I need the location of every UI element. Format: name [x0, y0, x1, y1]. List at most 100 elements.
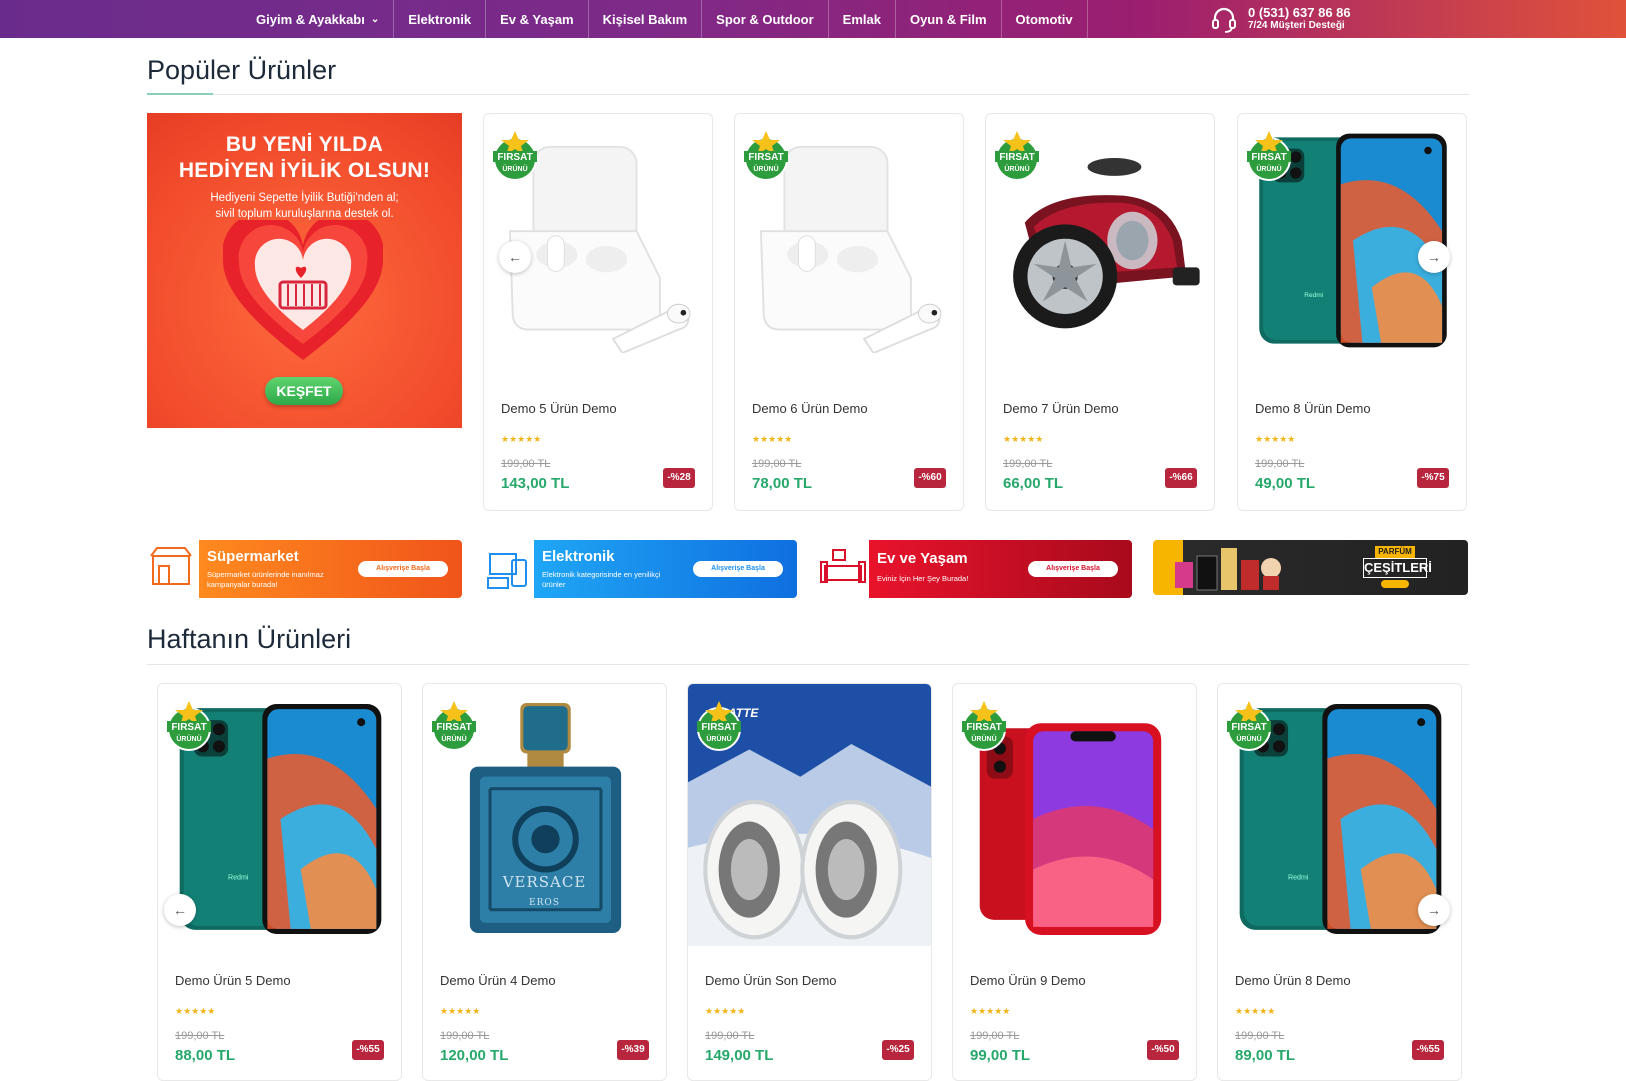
badge-line2: ÜRÜNÜ	[1236, 734, 1261, 743]
deal-badge-icon: FIRSATÜRÜNÜ	[432, 701, 476, 751]
badge-line2: ÜRÜNÜ	[176, 734, 201, 743]
category-menu: Giyim & Ayakkabı ⌄ Elektronik Ev & Yaşam …	[242, 0, 1088, 38]
old-price: 199,00 TL	[1255, 458, 1305, 470]
deal-badge-icon: FIRSATÜRÜNÜ	[167, 701, 211, 751]
badge-line1: FIRSAT	[999, 152, 1034, 163]
badge-line1: FIRSAT	[966, 722, 1001, 733]
current-price: 149,00 TL	[705, 1047, 774, 1064]
rating-stars-icon: ★★★★★	[970, 1006, 1011, 1016]
product-name[interactable]: Demo 8 Ürün Demo	[1255, 401, 1371, 416]
discover-button[interactable]: KEŞFET	[265, 377, 343, 405]
product-card[interactable]: FIRSAT ÜRÜNÜ Demo 6 Ürün Demo ★★★★★ 199,00 T…	[734, 113, 964, 511]
rating-stars-icon: ★★★★★	[175, 1006, 216, 1016]
badge-line1: FIRSAT	[1251, 152, 1286, 163]
top-navigation-bar: Giyim & Ayakkabı ⌄ Elektronik Ev & Yaşam …	[0, 0, 1626, 38]
discount-badge: -%55	[1412, 1040, 1444, 1060]
discount-badge: -%66	[1165, 468, 1197, 488]
product-card[interactable]: ATTE FIRSAT ÜRÜNÜ Demo Ürün Son Demo ★★★★★ 19…	[687, 683, 932, 1081]
carousel-next-arrow-icon[interactable]: →	[1418, 241, 1450, 273]
nav-item-label: Otomotiv	[1015, 11, 1073, 27]
product-name[interactable]: Demo Ürün Son Demo	[705, 973, 837, 988]
shop-now-button[interactable]: Alışverişe Başla	[693, 561, 783, 577]
badge-line1: FIRSAT	[701, 722, 736, 733]
current-price: 49,00 TL	[1255, 475, 1316, 492]
current-price: 89,00 TL	[1235, 1047, 1296, 1064]
rating-stars-icon: ★★★★★	[1003, 434, 1044, 444]
nav-item-elektronik[interactable]: Elektronik	[394, 0, 487, 38]
deal-badge-icon: FIRSATÜRÜNÜ	[1247, 131, 1291, 181]
headset-icon	[1212, 7, 1236, 33]
current-price: 99,00 TL	[970, 1047, 1031, 1064]
old-price: 199,00 TL	[1003, 458, 1053, 470]
product-card[interactable]: FIRSAT ÜRÜNÜ Demo 7 Ürün Demo ★★★★★ 199,00 T…	[985, 113, 1215, 511]
product-name[interactable]: Demo Ürün 5 Demo	[175, 973, 291, 988]
product-name[interactable]: Demo 6 Ürün Demo	[752, 401, 868, 416]
product-name[interactable]: Demo Ürün 9 Demo	[970, 973, 1086, 988]
shop-now-button[interactable]: Alışverişe Başla	[1028, 561, 1118, 577]
product-name[interactable]: Demo Ürün 8 Demo	[1235, 973, 1351, 988]
badge-line1: FIRSAT	[497, 152, 532, 163]
banner-subtitle: Eviniz İçin Her Şey Burada!	[877, 574, 969, 583]
promo-headline-2: HEDİYEN İYİLİK OLSUN!	[178, 159, 431, 182]
heart-basket-icon	[223, 220, 383, 360]
nav-item-label: Giyim & Ayakkabı	[256, 11, 365, 27]
product-card[interactable]: FIRSAT ÜRÜNÜ Demo Ürün 8 Demo ★★★★★ 199,00 T…	[1217, 683, 1462, 1081]
section-divider	[147, 94, 1469, 95]
old-price: 199,00 TL	[440, 1030, 490, 1042]
carousel-next-arrow-icon[interactable]: →	[1418, 894, 1450, 926]
product-card[interactable]: FIRSAT ÜRÜNÜ Demo Ürün 5 Demo ★★★★★ 199,00 T…	[157, 683, 402, 1081]
promo-text-1: Hediyeni Sepette İyilik Butiği'nden al;	[210, 192, 399, 204]
nav-item-label: Ev & Yaşam	[500, 11, 574, 27]
perfume-name: EROS	[529, 897, 560, 908]
promo-banner[interactable]: BU YENİ YILDA HEDİYEN İYİLİK OLSUN! Hediy…	[147, 113, 462, 428]
rating-stars-icon: ★★★★★	[440, 1006, 481, 1016]
product-name[interactable]: Demo 7 Ürün Demo	[1003, 401, 1119, 416]
product-name[interactable]: Demo 5 Ürün Demo	[501, 401, 617, 416]
nav-item-ev-yasam[interactable]: Ev & Yaşam	[486, 0, 589, 38]
carousel-prev-arrow-icon[interactable]: ←	[164, 894, 196, 926]
product-card[interactable]: FIRSAT ÜRÜNÜ Demo 8 Ürün Demo ★★★★★ 199,00 T…	[1237, 113, 1467, 511]
nav-item-emlak[interactable]: Emlak	[829, 0, 896, 38]
nav-item-oyun-film[interactable]: Oyun & Film	[896, 0, 1002, 38]
old-price: 199,00 TL	[501, 458, 551, 470]
support-phone: 0 (531) 637 86 86	[1248, 5, 1351, 20]
support-note: 7/24 Müşteri Desteği	[1248, 20, 1345, 31]
product-card[interactable]: VERSACE EROS FIRSAT ÜRÜNÜ Demo Ürün 4 Demo ★★…	[422, 683, 667, 1081]
carousel-prev-arrow-icon[interactable]: ←	[499, 241, 531, 273]
product-card[interactable]: FIRSAT ÜRÜNÜ Demo 5 Ürün Demo ★★★★★ 199,00 T…	[483, 113, 713, 511]
old-price: 199,00 TL	[1235, 1030, 1285, 1042]
current-price: 66,00 TL	[1003, 475, 1064, 492]
banner-title: Ev ve Yaşam	[877, 550, 968, 567]
banner-supermarket[interactable]: Süpermarket Süpermarket ürünlerinde inan…	[147, 540, 462, 598]
nav-item-spor-outdoor[interactable]: Spor & Outdoor	[702, 0, 829, 38]
nav-item-otomotiv[interactable]: Otomotiv	[1002, 0, 1088, 38]
deal-badge-icon: FIRSATÜRÜNÜ	[995, 131, 1039, 181]
shop-now-button[interactable]: Alışverişe Başla	[358, 561, 448, 577]
badge-line2: ÜRÜNÜ	[753, 164, 778, 173]
banner-subtitle: Elektronik kategorisinde en yenilikçi ür…	[542, 570, 661, 589]
nav-item-giyim[interactable]: Giyim & Ayakkabı ⌄	[242, 0, 395, 38]
badge-line2: ÜRÜNÜ	[971, 734, 996, 743]
banner-perfume[interactable]: PARFÜM ÇEŞİTLERİ	[1153, 540, 1468, 595]
banner-button[interactable]	[1381, 580, 1409, 588]
product-card[interactable]: FIRSAT ÜRÜNÜ Demo Ürün 9 Demo ★★★★★ 199,00 T…	[952, 683, 1197, 1081]
badge-line1: FIRSAT	[171, 722, 206, 733]
customer-support[interactable]: 0 (531) 637 86 86 7/24 Müşteri Desteği	[1210, 4, 1351, 34]
banner-home-living[interactable]: Ev ve Yaşam Eviniz İçin Her Şey Burada! …	[817, 540, 1132, 598]
section-divider-accent	[147, 93, 213, 95]
badge-line2: ÜRÜNÜ	[1004, 164, 1029, 173]
badge-line2: ÜRÜNÜ	[1256, 164, 1281, 173]
perfume-bottles-icon	[1175, 548, 1281, 591]
banner-title: PARFÜM	[1375, 546, 1415, 558]
rating-stars-icon: ★★★★★	[501, 434, 542, 444]
badge-line1: FIRSAT	[748, 152, 783, 163]
old-price: 199,00 TL	[752, 458, 802, 470]
current-price: 88,00 TL	[175, 1047, 236, 1064]
discount-badge: -%39	[617, 1040, 649, 1060]
nav-item-kisisel-bakim[interactable]: Kişisel Bakım	[589, 0, 703, 38]
sofa-icon	[817, 540, 869, 598]
banner-title: Süpermarket	[207, 548, 299, 565]
product-name[interactable]: Demo Ürün 4 Demo	[440, 973, 556, 988]
banner-electronics[interactable]: Elektronik Elektronik kategorisinde en y…	[482, 540, 797, 598]
deal-badge-icon: FIRSATÜRÜNÜ	[1227, 701, 1271, 751]
